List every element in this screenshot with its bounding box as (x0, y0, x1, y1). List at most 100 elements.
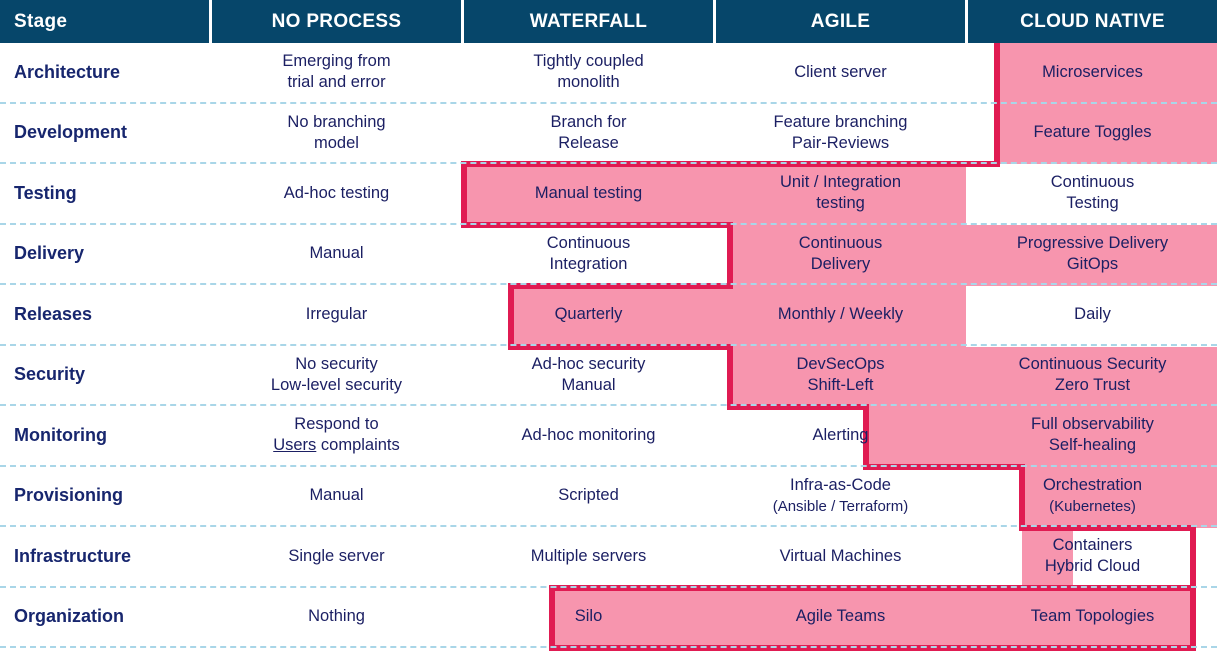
cell-releases-agile: Monthly / Weekly (716, 285, 965, 344)
header-cell-cloud-native: CLOUD NATIVE (968, 0, 1217, 43)
cell-line: Feature branching (773, 112, 908, 131)
stage-label-testing: Testing (0, 164, 209, 223)
cell-line: Agile Teams (795, 607, 886, 626)
cell-line: No security (295, 354, 378, 373)
cell-line: Irregular (305, 304, 368, 323)
stage-label-monitoring: Monitoring (0, 406, 209, 465)
cell-monitoring-cloud-native: Full observability Self-healing (968, 406, 1217, 465)
cell-line: monolith (557, 73, 620, 92)
cell-line: Orchestration (1042, 475, 1143, 494)
stage-label-architecture: Architecture (0, 43, 209, 102)
cell-line: GitOps (1066, 254, 1119, 273)
cell-development-cloud-native: Feature Toggles (968, 104, 1217, 163)
cell-line: No branching (287, 112, 386, 131)
cell-security-waterfall: Ad-hoc security Manual (464, 346, 713, 405)
stage-label-text: Monitoring (14, 424, 107, 445)
cell-line: Containers (1052, 536, 1133, 555)
cell-line: Team Topologies (1030, 607, 1155, 626)
cell-testing-cloud-native: Continuous Testing (968, 164, 1217, 223)
cell-line: Scripted (558, 486, 619, 505)
stage-label-text: Provisioning (14, 485, 124, 506)
stage-label-development: Development (0, 104, 209, 163)
stage-label-security: Security (0, 346, 209, 405)
cell-security-agile: DevSecOps Shift-Left (716, 346, 965, 405)
table-header-row: Stage NO PROCESS WATERFALL AGILE CLOUD N… (0, 0, 1217, 43)
cell-development-agile: Feature branching Pair-Reviews (716, 104, 965, 163)
stage-label-text: Development (14, 122, 128, 143)
cell-line: Self-healing (1048, 436, 1137, 455)
cell-delivery-waterfall: Continuous Integration (464, 225, 713, 284)
table-row: Provisioning Manual Scripted Infra-as-Code (… (0, 467, 1217, 527)
cell-line: Delivery (810, 254, 871, 273)
cell-line: Multiple servers (530, 546, 647, 565)
cell-line: Pair-Reviews (791, 133, 890, 152)
header-cell-waterfall: WATERFALL (464, 0, 713, 43)
stage-label-organization: Organization (0, 588, 209, 647)
table-row: Architecture Emerging from trial and error… (0, 43, 1217, 104)
cell-line: Continuous (1050, 173, 1135, 192)
cell-development-waterfall: Branch for Release (464, 104, 713, 163)
cell-line: Alerting (812, 425, 869, 444)
stage-label-delivery: Delivery (0, 225, 209, 284)
cell-monitoring-agile: Alerting (716, 406, 965, 465)
cell-line: Respond to (294, 415, 379, 434)
cell-testing-waterfall: Manual testing (464, 164, 713, 223)
cell-line: Manual (561, 375, 616, 394)
cell-security-cloud-native: Continuous Security Zero Trust (968, 346, 1217, 405)
header-label-waterfall: WATERFALL (529, 10, 648, 32)
cell-line: Manual (309, 244, 364, 263)
cell-line: Ad-hoc security (531, 354, 646, 373)
cell-line: Progressive Delivery (1016, 233, 1169, 252)
cell-line: Monthly / Weekly (777, 304, 904, 323)
table-row: Development No branching model Branch for Re… (0, 104, 1217, 164)
cell-releases-cloud-native: Daily (968, 285, 1217, 344)
cell-infrastructure-waterfall: Multiple servers (464, 527, 713, 586)
cell-architecture-agile: Client server (716, 43, 965, 102)
cell-line: Release (558, 133, 619, 152)
cell-provisioning-cloud-native: Orchestration (Kubernetes) (968, 467, 1217, 526)
cell-infrastructure-agile: Virtual Machines (716, 527, 965, 586)
cell-line: Emerging from (282, 52, 391, 71)
cell-line: Manual (309, 486, 364, 505)
table-row: Testing Ad-hoc testing Manual testing Unit … (0, 164, 1217, 225)
table-row: Organization Nothing Silo Agile Teams Team T… (0, 588, 1217, 648)
table-body: Architecture Emerging from trial and error… (0, 43, 1217, 648)
cell-line: Integration (549, 254, 628, 273)
table-row: Monitoring Respond to Users complaints Ad-h… (0, 406, 1217, 467)
cell-line: (Ansible / Terraform) (772, 497, 909, 515)
cell-line: Single server (288, 546, 385, 565)
cell-delivery-agile: Continuous Delivery (716, 225, 965, 284)
stage-label-text: Security (14, 364, 86, 385)
cell-line: Silo (574, 607, 603, 626)
stage-label-provisioning: Provisioning (0, 467, 209, 526)
stage-label-infrastructure: Infrastructure (0, 527, 209, 586)
stage-label-text: Testing (14, 182, 77, 203)
cell-line: Zero Trust (1054, 375, 1131, 394)
cell-organization-cloud-native: Team Topologies (968, 588, 1217, 647)
header-label-stage: Stage (14, 10, 68, 32)
header-cell-no-process: NO PROCESS (212, 0, 461, 43)
cell-provisioning-waterfall: Scripted (464, 467, 713, 526)
stage-label-text: Releases (14, 303, 93, 324)
underlined-term: Users (273, 436, 317, 455)
cell-line: Continuous Security (1018, 354, 1167, 373)
cell-line: Client server (794, 62, 887, 81)
cell-line: Testing (1066, 194, 1119, 213)
cell-monitoring-no-process: Respond to Users complaints (212, 406, 461, 465)
cell-line: Shift-Left (807, 375, 874, 394)
cell-line: (Kubernetes) (1049, 497, 1136, 515)
cell-line: Virtual Machines (779, 546, 902, 565)
cell-organization-agile: Agile Teams (716, 588, 965, 647)
cell-line: Low-level security (270, 375, 403, 394)
header-label-cloud-native: CLOUD NATIVE (1020, 10, 1165, 32)
cell-architecture-cloud-native: Microservices (968, 43, 1217, 102)
cell-architecture-no-process: Emerging from trial and error (212, 43, 461, 102)
maturity-comparison-table: Stage NO PROCESS WATERFALL AGILE CLOUD N… (0, 0, 1217, 651)
cell-line: Tightly coupled (533, 52, 644, 71)
cell-line: Daily (1074, 304, 1111, 323)
cell-security-no-process: No security Low-level security (212, 346, 461, 405)
header-label-agile: AGILE (810, 10, 871, 32)
cell-releases-waterfall: Quarterly (464, 285, 713, 344)
table-row: Delivery Manual Continuous Integration Conti… (0, 225, 1217, 285)
cell-line: Full observability (1031, 415, 1154, 434)
